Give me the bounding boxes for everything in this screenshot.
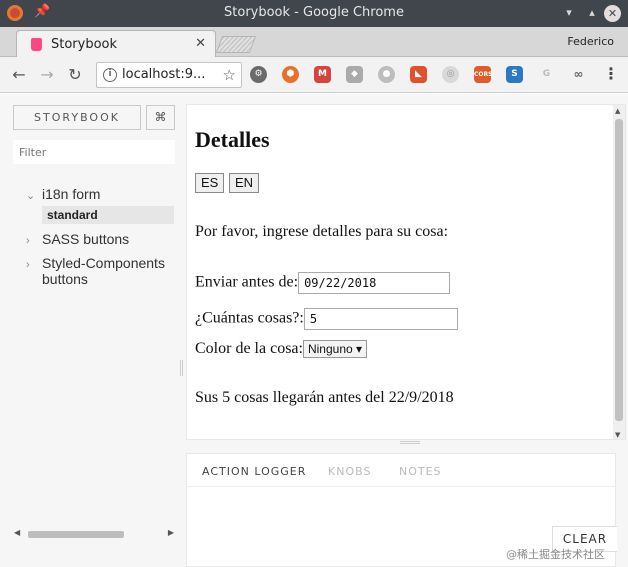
page-title: Detalles bbox=[195, 127, 270, 152]
scroll-down-icon[interactable]: ▼ bbox=[615, 431, 620, 439]
url-text[interactable]: localhost:9... bbox=[122, 67, 205, 82]
menu-dots-icon[interactable]: ⋮ bbox=[603, 65, 619, 83]
tab-knobs[interactable]: KNOBS bbox=[328, 465, 371, 478]
color-row: Color de la cosa: Ninguno ▾ bbox=[195, 340, 368, 359]
scroll-left-icon[interactable]: ◀ bbox=[14, 528, 20, 537]
deliver-label: Enviar antes de: bbox=[195, 273, 299, 291]
google-extension-icon[interactable]: G bbox=[538, 66, 555, 83]
info-icon[interactable]: i bbox=[103, 68, 117, 82]
window-title: Storybook - Google Chrome bbox=[224, 5, 404, 20]
watermark: @稀土掘金技术社区 bbox=[506, 548, 605, 561]
ring-extension-icon[interactable]: ◎ bbox=[442, 66, 459, 83]
color-label: Color de la cosa: bbox=[195, 340, 303, 357]
browser-toolbar: ← → ↻ i localhost:9... ☆ ⚙ ⬢ M ◆ ● ◣ ◎ C… bbox=[0, 57, 628, 93]
chevron-down-icon: ⌄ bbox=[26, 190, 36, 202]
tree-kind-sass-buttons[interactable]: › SASS buttons bbox=[26, 231, 129, 247]
chevron-right-icon: › bbox=[26, 259, 30, 271]
gear-extension-icon[interactable]: ⚙ bbox=[250, 66, 267, 83]
preview-vertical-scrollbar[interactable]: ▲ ▼ bbox=[613, 105, 625, 439]
storybook-favicon-icon bbox=[31, 38, 42, 51]
fox-extension-icon[interactable]: ◣ bbox=[410, 66, 427, 83]
lang-en-button[interactable]: EN bbox=[229, 173, 260, 193]
back-arrow-icon[interactable]: ← bbox=[8, 64, 30, 86]
maximize-icon[interactable]: ▴ bbox=[583, 4, 601, 22]
deliver-row: Enviar antes de: 09/22/2018 bbox=[195, 272, 451, 294]
window-titlebar: 📌 Storybook - Google Chrome ▾ ▴ ✕ bbox=[0, 0, 628, 27]
mail-extension-icon[interactable]: M bbox=[314, 66, 331, 83]
cors-extension-icon[interactable]: CORS bbox=[474, 66, 492, 83]
quantity-input[interactable]: 5 bbox=[303, 308, 458, 330]
tree-story-standard[interactable]: standard bbox=[42, 206, 174, 224]
new-tab-button[interactable] bbox=[215, 36, 257, 53]
quantity-label: ¿Cuántas cosas?: bbox=[195, 309, 304, 327]
tree-kind-styled-components-buttons[interactable]: › Styled-Components buttons bbox=[26, 255, 176, 287]
dropbox-extension-icon[interactable]: ◆ bbox=[346, 66, 363, 83]
profile-name[interactable]: Federico bbox=[567, 35, 614, 48]
tab-close-icon[interactable]: ✕ bbox=[195, 36, 206, 51]
forward-arrow-icon[interactable]: → bbox=[36, 64, 58, 86]
filter-input[interactable] bbox=[13, 140, 175, 164]
color-select-value: Ninguno bbox=[307, 342, 353, 357]
tab-storybook[interactable]: Storybook ✕ bbox=[16, 30, 216, 57]
quantity-row: ¿Cuántas cosas?: 5 bbox=[195, 308, 458, 330]
deliver-date-input[interactable]: 09/22/2018 bbox=[298, 272, 451, 294]
minimize-icon[interactable]: ▾ bbox=[560, 4, 578, 22]
sidebar-horizontal-scrollbar[interactable]: ◀ ▶ bbox=[14, 528, 174, 540]
tab-notes[interactable]: NOTES bbox=[399, 465, 442, 478]
summary-text: Sus 5 cosas llegarán antes del 22/9/2018 bbox=[195, 389, 454, 406]
storybook-brand-button[interactable]: STORYBOOK bbox=[13, 105, 141, 130]
s-extension-icon[interactable]: S bbox=[506, 66, 523, 83]
select-arrow-icon: ▾ bbox=[356, 342, 363, 357]
circle-extension-icon[interactable]: ● bbox=[378, 66, 395, 83]
color-select[interactable]: Ninguno ▾ bbox=[302, 340, 368, 359]
close-window-icon[interactable]: ✕ bbox=[604, 5, 621, 22]
story-preview: Detalles ES EN Por favor, ingrese detall… bbox=[186, 104, 626, 440]
tree-kind-i18n-form[interactable]: ⌄ i18n form bbox=[26, 186, 100, 202]
brave-extension-icon[interactable]: ⬢ bbox=[282, 66, 299, 83]
tab-action-logger[interactable]: ACTION LOGGER bbox=[202, 465, 306, 478]
sidebar-resize-handle[interactable] bbox=[180, 360, 183, 376]
scrollbar-thumb[interactable] bbox=[615, 119, 623, 421]
shortcuts-button[interactable]: ⌘ bbox=[146, 105, 175, 130]
addon-panel-resize-handle[interactable] bbox=[400, 441, 420, 444]
binoculars-extension-icon[interactable]: ∞ bbox=[570, 66, 587, 83]
addon-tabs: ACTION LOGGER KNOBS NOTES bbox=[187, 454, 617, 487]
tab-label: Storybook bbox=[51, 37, 118, 52]
chevron-right-icon: › bbox=[26, 235, 30, 247]
address-bar[interactable]: i localhost:9... ☆ bbox=[96, 62, 242, 88]
storybook-ui: STORYBOOK ⌘ ⌄i18n form standard ›SASS bu… bbox=[0, 94, 628, 567]
scrollbar-thumb[interactable] bbox=[28, 531, 124, 538]
bookmark-star-icon[interactable]: ☆ bbox=[223, 66, 236, 84]
intro-text: Por favor, ingrese detalles para su cosa… bbox=[195, 223, 449, 240]
tab-strip: Storybook ✕ Federico bbox=[0, 27, 628, 57]
scroll-up-icon[interactable]: ▲ bbox=[615, 107, 620, 115]
reload-icon[interactable]: ↻ bbox=[64, 64, 86, 86]
scroll-right-icon[interactable]: ▶ bbox=[168, 528, 174, 537]
storybook-sidebar: STORYBOOK ⌘ ⌄i18n form standard ›SASS bu… bbox=[0, 94, 182, 567]
lang-es-button[interactable]: ES bbox=[195, 173, 225, 193]
